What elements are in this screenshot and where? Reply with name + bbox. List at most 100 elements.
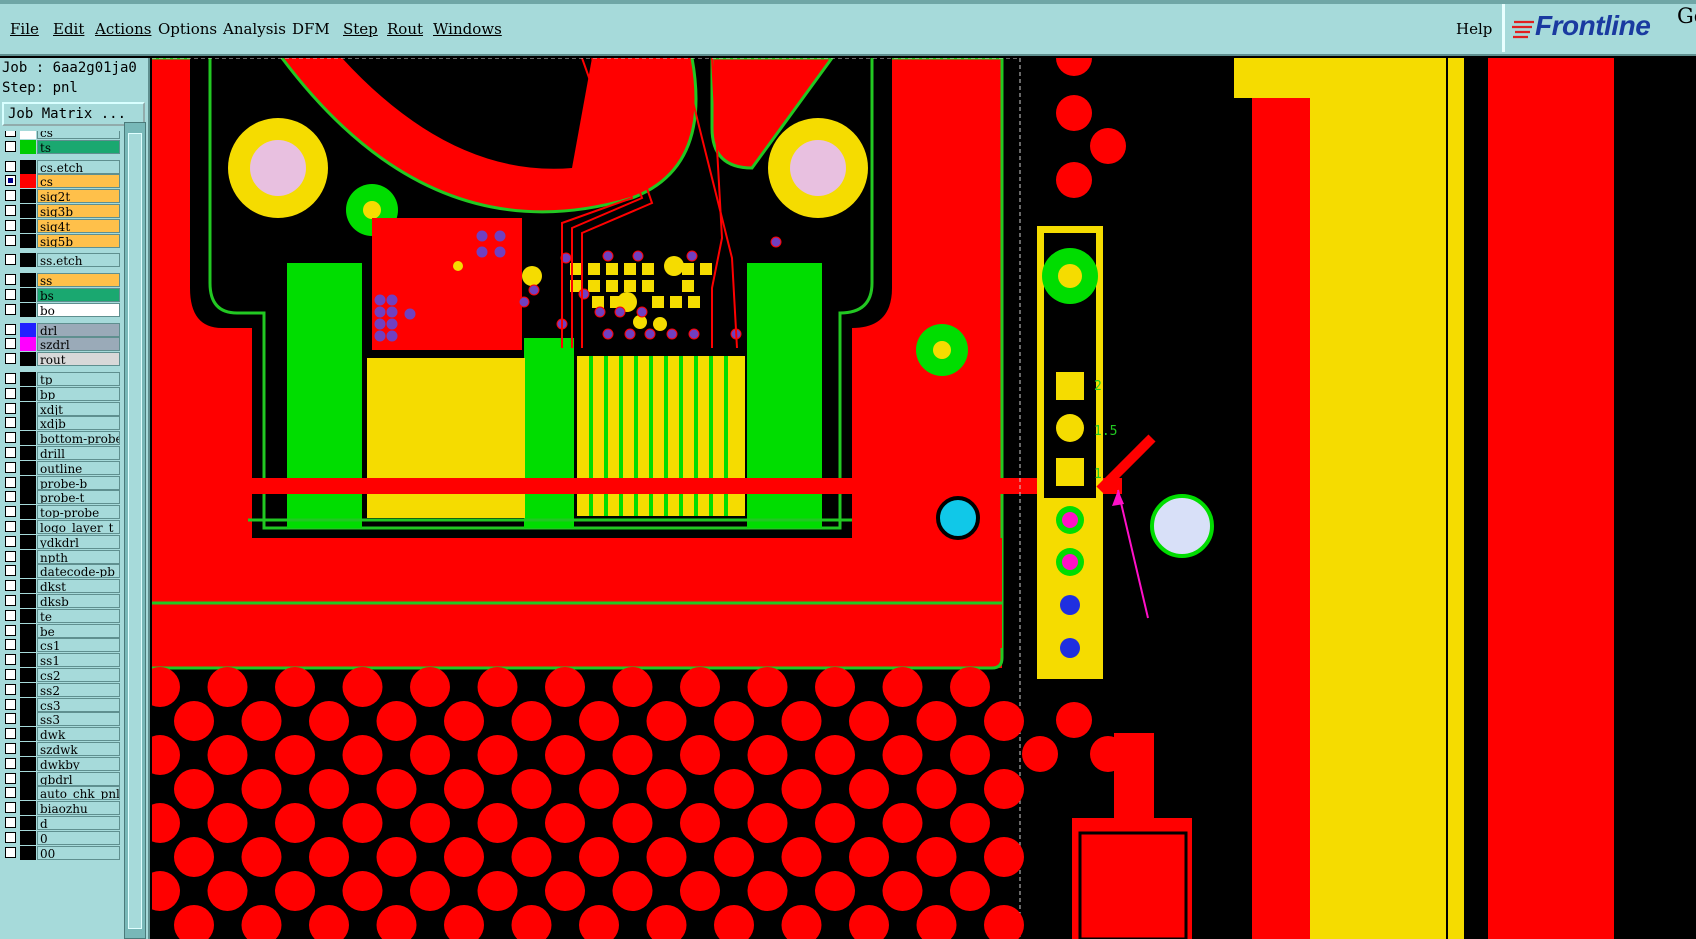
layer-color-swatch[interactable]: [20, 475, 36, 490]
layer-name[interactable]: 00: [37, 845, 120, 860]
layer-name[interactable]: dkst: [37, 579, 120, 594]
layer-color-swatch[interactable]: [20, 579, 36, 594]
layer-row[interactable]: sig5b: [2, 233, 120, 248]
layer-name[interactable]: xdjt: [37, 401, 120, 416]
menu-options[interactable]: Options: [158, 20, 217, 38]
layer-row[interactable]: ss.etch: [2, 253, 120, 268]
layer-name[interactable]: cs: [37, 131, 120, 139]
layer-row[interactable]: dkst: [2, 579, 120, 594]
layer-name[interactable]: sig5b: [37, 233, 120, 248]
layer-row[interactable]: npth: [2, 549, 120, 564]
layer-color-swatch[interactable]: [20, 534, 36, 549]
layer-checkbox[interactable]: [5, 787, 16, 799]
layer-name[interactable]: top-probe: [37, 505, 120, 520]
layer-checkbox[interactable]: [5, 140, 16, 152]
pcb-canvas[interactable]: 2 1.5 1: [152, 58, 1696, 939]
menu-help[interactable]: Help: [1456, 20, 1492, 38]
layer-row[interactable]: top-probe: [2, 505, 120, 520]
layer-checkbox[interactable]: [5, 521, 16, 532]
layer-color-swatch[interactable]: [20, 352, 36, 367]
layer-name[interactable]: dksb: [37, 594, 120, 608]
layer-color-swatch[interactable]: [20, 253, 36, 268]
layer-color-swatch[interactable]: [20, 490, 36, 505]
layer-name[interactable]: auto_chk_pnl: [37, 786, 120, 801]
layer-checkbox[interactable]: [5, 846, 16, 858]
layer-row[interactable]: tp: [2, 372, 120, 386]
layer-row[interactable]: sig2t: [2, 189, 120, 204]
layer-row[interactable]: bo: [2, 302, 120, 317]
menu-file[interactable]: File: [10, 20, 39, 38]
layer-color-swatch[interactable]: [20, 653, 36, 668]
layer-row[interactable]: ts: [2, 139, 120, 154]
layer-color-swatch[interactable]: [20, 668, 36, 682]
layer-row[interactable]: drl: [2, 322, 120, 337]
layer-row[interactable]: dksb: [2, 594, 120, 608]
layer-row[interactable]: ss3: [2, 712, 120, 727]
layer-row[interactable]: bp: [2, 386, 120, 401]
layer-color-swatch[interactable]: [20, 431, 36, 446]
layer-checkbox[interactable]: [5, 802, 16, 814]
layer-checkbox[interactable]: [5, 338, 16, 350]
layer-name[interactable]: gbdrl: [37, 771, 120, 786]
layer-checkbox[interactable]: [5, 595, 16, 606]
layer-color-swatch[interactable]: [20, 594, 36, 608]
layer-row[interactable]: sig3b: [2, 204, 120, 218]
layer-row[interactable]: ydkdrl: [2, 534, 120, 549]
layer-row[interactable]: cs: [2, 174, 120, 189]
layer-checkbox[interactable]: [5, 323, 16, 335]
layer-checkbox[interactable]: [5, 683, 16, 695]
layer-row[interactable]: xdjb: [2, 416, 120, 431]
layer-name[interactable]: sig3b: [37, 204, 120, 218]
layer-row[interactable]: xdjt: [2, 401, 120, 416]
layer-color-swatch[interactable]: [20, 460, 36, 475]
layer-checkbox[interactable]: [5, 728, 16, 740]
layer-name[interactable]: bp: [37, 386, 120, 401]
layer-name[interactable]: sig4t: [37, 218, 120, 233]
layer-color-swatch[interactable]: [20, 697, 36, 712]
layer-name[interactable]: ts: [37, 139, 120, 154]
layer-color-swatch[interactable]: [20, 682, 36, 697]
layer-checkbox[interactable]: [5, 447, 16, 458]
layer-color-swatch[interactable]: [20, 756, 36, 771]
layer-name[interactable]: tp: [37, 372, 120, 386]
layer-checkbox[interactable]: [5, 669, 16, 680]
layer-color-swatch[interactable]: [20, 189, 36, 204]
layer-row[interactable]: outline: [2, 460, 120, 475]
layer-row[interactable]: sig4t: [2, 218, 120, 233]
layer-row[interactable]: datecode-pb: [2, 564, 120, 579]
layer-scrollbar[interactable]: [124, 122, 146, 939]
layer-name[interactable]: dwk: [37, 727, 120, 742]
layer-row[interactable]: szdwk: [2, 742, 120, 756]
menu-windows[interactable]: Windows: [433, 20, 502, 38]
menu-analysis[interactable]: Analysis: [223, 20, 286, 38]
menu-step[interactable]: Step: [343, 20, 378, 38]
layer-color-swatch[interactable]: [20, 139, 36, 154]
layer-color-swatch[interactable]: [20, 386, 36, 401]
layer-name[interactable]: drill: [37, 446, 120, 460]
layer-color-swatch[interactable]: [20, 638, 36, 653]
layer-name[interactable]: biaozhu: [37, 801, 120, 816]
layer-name[interactable]: cs3: [37, 697, 120, 712]
layer-name[interactable]: bo: [37, 302, 120, 317]
layer-checkbox[interactable]: [5, 387, 16, 399]
layer-checkbox[interactable]: [5, 175, 16, 187]
layer-checkbox[interactable]: [5, 491, 16, 503]
layer-checkbox[interactable]: [5, 476, 16, 488]
layer-row[interactable]: bottom-probe: [2, 431, 120, 446]
layer-color-swatch[interactable]: [20, 446, 36, 460]
layer-row[interactable]: ss: [2, 273, 120, 288]
layer-color-swatch[interactable]: [20, 549, 36, 564]
layer-checkbox[interactable]: [5, 234, 16, 246]
layer-color-swatch[interactable]: [20, 742, 36, 756]
layer-color-swatch[interactable]: [20, 288, 36, 302]
layer-row[interactable]: te: [2, 608, 120, 623]
layer-color-swatch[interactable]: [20, 608, 36, 623]
layer-checkbox[interactable]: [5, 506, 16, 518]
layer-color-swatch[interactable]: [20, 771, 36, 786]
layer-checkbox[interactable]: [5, 160, 16, 172]
layer-color-swatch[interactable]: [20, 401, 36, 416]
layer-color-swatch[interactable]: [20, 337, 36, 352]
layer-checkbox[interactable]: [5, 373, 16, 384]
layer-name[interactable]: sig2t: [37, 189, 120, 204]
layer-checkbox[interactable]: [5, 743, 16, 754]
